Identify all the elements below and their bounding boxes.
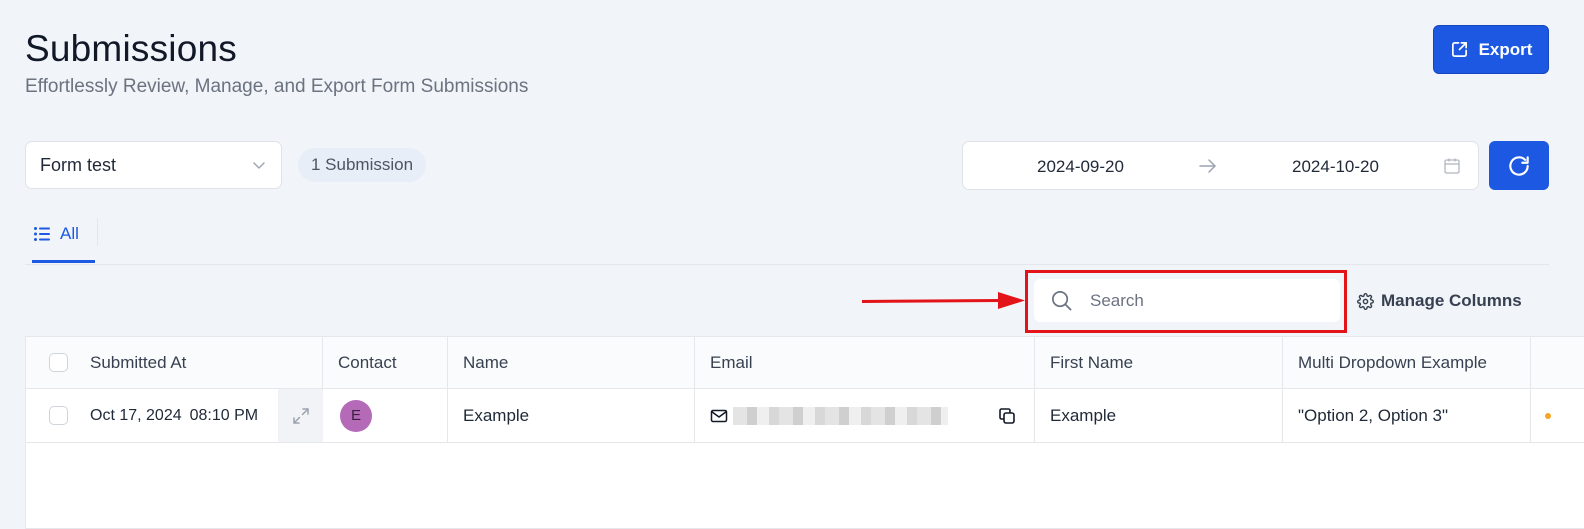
avatar[interactable]: E [340, 399, 372, 432]
col-multi-dropdown[interactable]: Multi Dropdown Example [1283, 337, 1531, 388]
date-range-picker[interactable]: 2024-09-20 2024-10-20 [962, 141, 1479, 190]
col-name[interactable]: Name [448, 337, 695, 388]
name-value: Example [463, 405, 530, 425]
manage-columns-button[interactable]: Manage Columns [1357, 290, 1522, 312]
col-contact-label: Contact [338, 352, 397, 372]
refresh-icon [1509, 155, 1529, 176]
date-end[interactable]: 2024-10-20 [1292, 157, 1379, 177]
status-dot [1545, 413, 1551, 419]
col-email[interactable]: Email [695, 337, 1035, 388]
email-redacted [733, 406, 948, 425]
calendar-icon [1444, 158, 1460, 174]
col-submitted-at-label: Submitted At [90, 352, 187, 372]
export-label: Export [1478, 39, 1533, 59]
expand-icon [292, 407, 309, 424]
cell-name: Example [448, 389, 695, 442]
search-icon [1052, 291, 1072, 311]
gear-icon [1357, 292, 1374, 310]
col-first-name-label: First Name [1050, 352, 1134, 372]
first-name-value: Example [1050, 405, 1117, 425]
submitted-time: 08:10 PM [189, 406, 259, 424]
cell-contact: E [323, 389, 448, 442]
tab-all[interactable]: All [33, 222, 95, 264]
search-input[interactable] [1090, 290, 1310, 311]
export-button[interactable]: Export [1433, 25, 1549, 74]
row-checkbox[interactable] [49, 406, 68, 425]
submissions-table: Submitted At Contact Name Email First Na… [25, 336, 1584, 529]
submission-count-badge: 1 Submission [298, 148, 427, 182]
cell-email [695, 389, 1035, 442]
page-title: Submissions [25, 28, 237, 69]
tab-divider [97, 218, 98, 246]
copy-icon[interactable] [997, 406, 1017, 426]
col-multi-dropdown-label: Multi Dropdown Example [1298, 352, 1487, 372]
col-submitted-at[interactable]: Submitted At [26, 337, 323, 388]
form-select-value: Form test [40, 154, 117, 175]
tab-active-indicator [32, 260, 95, 263]
table-header: Submitted At Contact Name Email First Na… [26, 337, 1584, 389]
page-subtitle: Effortlessly Review, Manage, and Export … [25, 76, 529, 97]
submitted-date: Oct 17, 2024 [90, 406, 182, 424]
expand-row-button[interactable] [278, 389, 323, 442]
cell-submitted-at: Oct 17, 2024 08:10 PM [26, 389, 323, 442]
col-email-label: Email [710, 352, 753, 372]
refresh-button[interactable] [1489, 141, 1549, 190]
cell-first-name: Example [1035, 389, 1283, 442]
list-icon [34, 227, 50, 241]
table-row[interactable]: Oct 17, 2024 08:10 PM E Example Example [26, 389, 1584, 443]
mail-icon [710, 409, 728, 422]
arrow-right-icon [1199, 159, 1216, 173]
date-start[interactable]: 2024-09-20 [1037, 157, 1124, 177]
tabs-divider [25, 264, 1549, 265]
annotation-arrow [861, 292, 1025, 309]
chevron-down-icon [253, 162, 265, 169]
cell-multi-dropdown: "Option 2, Option 3" [1283, 389, 1531, 442]
manage-columns-label: Manage Columns [1381, 291, 1522, 310]
tab-all-label: All [60, 224, 79, 243]
col-name-label: Name [463, 352, 509, 372]
col-first-name[interactable]: First Name [1035, 337, 1283, 388]
multi-dropdown-value: "Option 2, Option 3" [1298, 405, 1449, 425]
search-box[interactable] [1034, 279, 1340, 322]
form-select[interactable]: Form test [25, 141, 282, 189]
col-contact[interactable]: Contact [323, 337, 448, 388]
select-all-checkbox[interactable] [49, 353, 68, 372]
export-icon [1451, 41, 1467, 58]
